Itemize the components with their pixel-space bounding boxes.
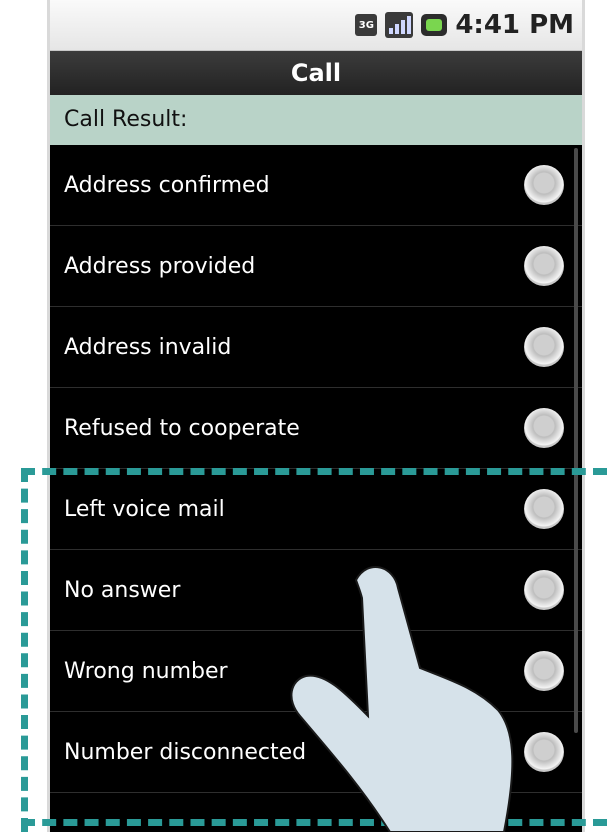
- radio-button[interactable]: [524, 327, 564, 367]
- list-item-label: Address invalid: [64, 334, 232, 360]
- network-icon: 3G: [355, 14, 378, 36]
- list-item[interactable]: Address provided: [50, 226, 582, 307]
- status-time: 4:41 PM: [455, 10, 574, 40]
- battery-icon: [421, 14, 448, 36]
- section-header: Call Result:: [50, 95, 582, 145]
- list-item-label: Refused to cooperate: [64, 415, 300, 441]
- radio-button[interactable]: [524, 165, 564, 205]
- radio-button[interactable]: [524, 408, 564, 448]
- list-item[interactable]: Address confirmed: [50, 145, 582, 226]
- signal-icon: [385, 12, 414, 38]
- list-item[interactable]: Refused to cooperate: [50, 388, 582, 469]
- list-item-label: Address confirmed: [64, 172, 270, 198]
- page-title: Call: [290, 59, 342, 87]
- section-header-label: Call Result:: [64, 107, 188, 132]
- list-item[interactable]: Address invalid: [50, 307, 582, 388]
- hand-pointer-icon: [290, 566, 514, 832]
- radio-button[interactable]: [524, 246, 564, 286]
- list-item-label: Address provided: [64, 253, 256, 279]
- status-bar: 3G 4:41 PM: [50, 0, 582, 51]
- title-bar: Call: [50, 51, 582, 95]
